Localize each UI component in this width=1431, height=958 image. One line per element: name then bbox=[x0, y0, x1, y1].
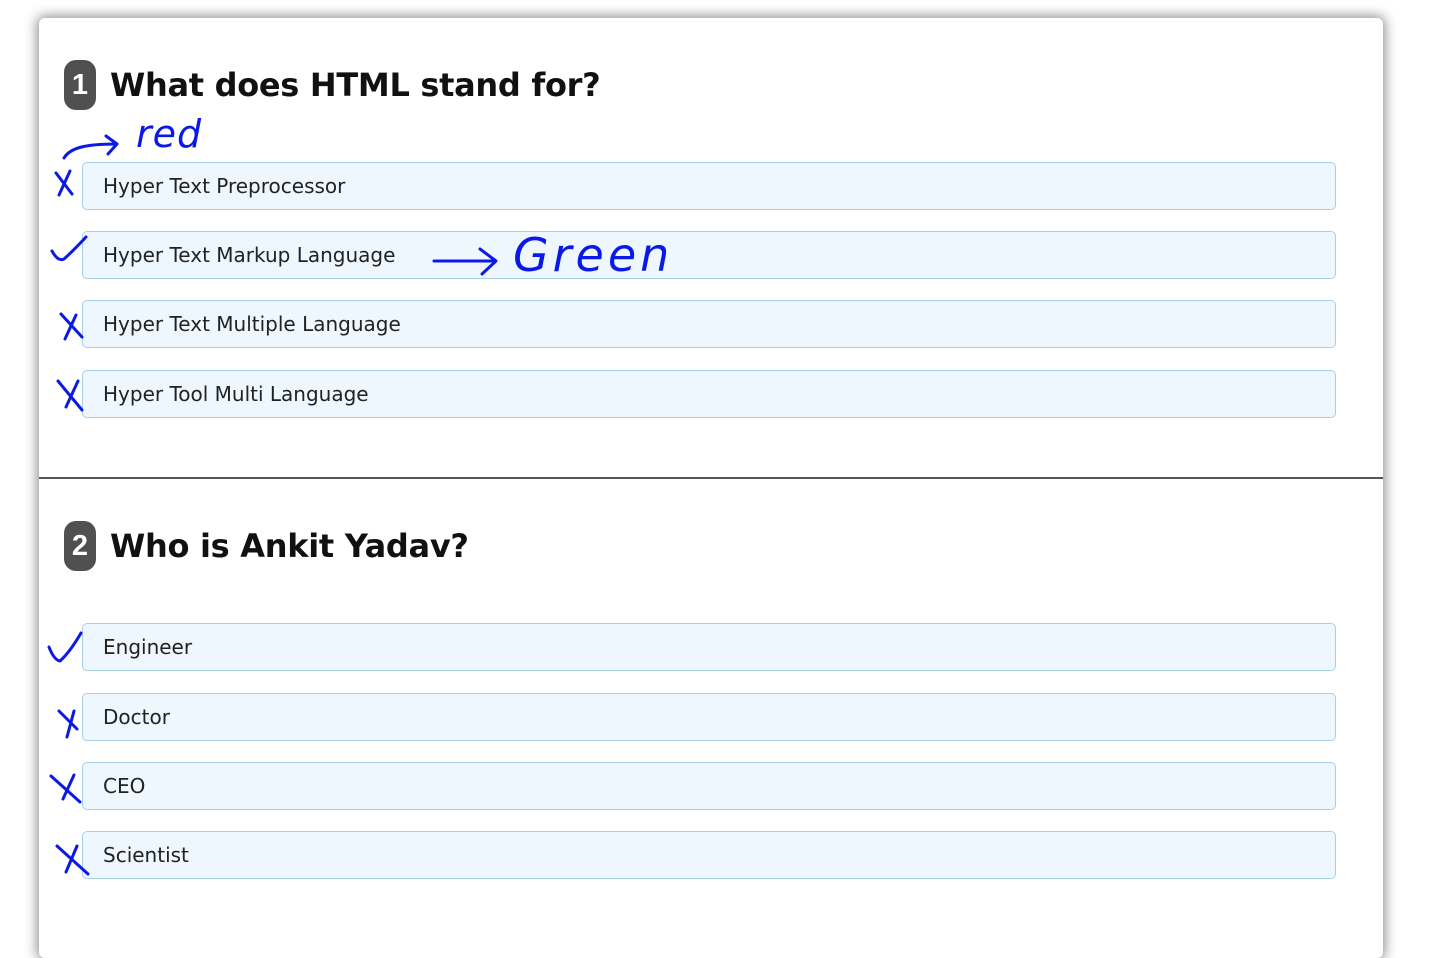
option-label: Hyper Tool Multi Language bbox=[103, 382, 369, 406]
option-q2-c[interactable]: CEO bbox=[82, 762, 1336, 810]
quiz-card: 1 What does HTML stand for? Hyper Text P… bbox=[39, 18, 1383, 958]
option-q1-a[interactable]: Hyper Text Preprocessor bbox=[82, 162, 1336, 210]
option-label: Hyper Text Preprocessor bbox=[103, 174, 346, 198]
question-2-header: 2 Who is Ankit Yadav? bbox=[64, 521, 469, 571]
option-q2-b[interactable]: Doctor bbox=[82, 693, 1336, 741]
option-q2-d[interactable]: Scientist bbox=[82, 831, 1336, 879]
option-q1-c[interactable]: Hyper Text Multiple Language bbox=[82, 300, 1336, 348]
question-1-header: 1 What does HTML stand for? bbox=[64, 60, 601, 110]
question-divider bbox=[39, 477, 1383, 479]
option-q1-d[interactable]: Hyper Tool Multi Language bbox=[82, 370, 1336, 418]
question-number-badge: 1 bbox=[64, 60, 96, 110]
option-q2-a[interactable]: Engineer bbox=[82, 623, 1336, 671]
option-label: Engineer bbox=[103, 635, 193, 659]
option-q1-b[interactable]: Hyper Text Markup Language bbox=[82, 231, 1336, 279]
option-label: Doctor bbox=[103, 705, 170, 729]
question-text: What does HTML stand for? bbox=[110, 66, 601, 104]
question-text: Who is Ankit Yadav? bbox=[110, 527, 469, 565]
option-label: Scientist bbox=[103, 843, 189, 867]
option-label: Hyper Text Markup Language bbox=[103, 243, 396, 267]
question-number-badge: 2 bbox=[64, 521, 96, 571]
option-label: Hyper Text Multiple Language bbox=[103, 312, 401, 336]
option-label: CEO bbox=[103, 774, 146, 798]
